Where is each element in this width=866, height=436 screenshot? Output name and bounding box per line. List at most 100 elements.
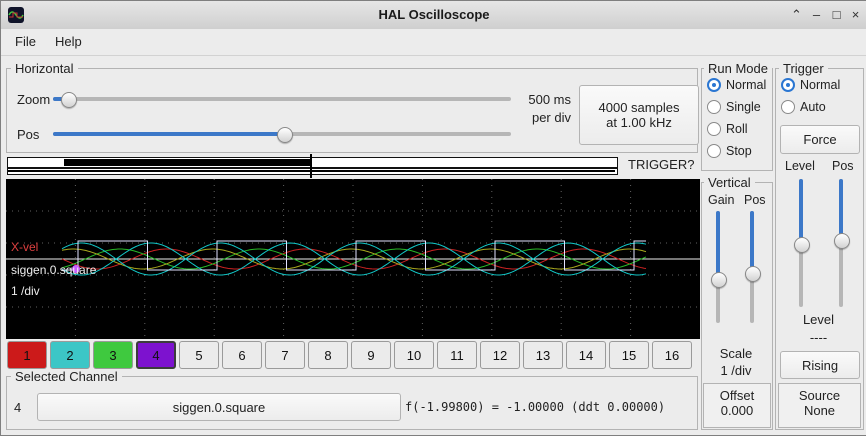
vertical-pos-slider-handle[interactable]: [745, 266, 761, 282]
vertical-scale-value: 1 /div: [701, 363, 771, 378]
menu-bar: File Help: [1, 29, 866, 56]
vertical-gain-slider-handle[interactable]: [711, 272, 727, 288]
trigger-source-box[interactable]: Source None: [778, 383, 861, 428]
runmode-radio-single[interactable]: Single: [707, 99, 761, 115]
trigger-pos-slider-fill: [839, 179, 843, 240]
trigger-edge-label: Rising: [802, 358, 838, 373]
force-trigger-button[interactable]: Force: [780, 125, 860, 154]
radio-selected-icon: [707, 78, 721, 92]
vertical-offset-label: Offset: [704, 388, 770, 403]
timebase-unit: per div: [517, 110, 571, 125]
trigger-level-slider-fill: [799, 179, 803, 244]
vertical-frame-label: Vertical: [704, 175, 755, 190]
radio-label: Auto: [800, 100, 826, 114]
channel-button-13[interactable]: 13: [523, 341, 563, 369]
trigger-frame-label: Trigger: [779, 61, 828, 76]
channel-button-6[interactable]: 6: [222, 341, 262, 369]
radio-label: Stop: [726, 144, 752, 158]
zoom-slider-handle[interactable]: [61, 92, 77, 108]
runmode-radio-stop[interactable]: Stop: [707, 143, 752, 159]
channel-button-16[interactable]: 16: [652, 341, 692, 369]
trigger-pos-slider-handle[interactable]: [834, 233, 850, 249]
channel-button-2[interactable]: 2: [50, 341, 90, 369]
trigger-level-col-label: Level: [785, 159, 815, 173]
zoom-slider-track[interactable]: [53, 97, 511, 101]
vertical-offset-value: 0.000: [704, 403, 770, 418]
channel-button-14[interactable]: 14: [566, 341, 606, 369]
trigger-position-marker[interactable]: [310, 154, 312, 178]
trigger-level-label: Level: [775, 312, 862, 327]
selected-channel-source-label: siggen.0.square: [173, 400, 266, 415]
radio-selected-icon: [781, 78, 795, 92]
vertical-gain-slider-fill: [716, 211, 720, 279]
scope-canvas: [6, 179, 700, 339]
scope-trace-square: [62, 241, 646, 270]
channel-button-15[interactable]: 15: [609, 341, 649, 369]
trigger-level-value: ----: [775, 330, 862, 345]
pos-slider-fill: [53, 132, 284, 136]
channel-button-9[interactable]: 9: [351, 341, 391, 369]
trigger-pos-col-label: Pos: [832, 159, 854, 173]
pos-slider-handle[interactable]: [277, 127, 293, 143]
trigger-source-value: None: [779, 403, 860, 418]
vertical-gain-label: Gain: [708, 193, 734, 207]
zoom-label: Zoom: [17, 92, 50, 107]
radio-icon: [707, 144, 721, 158]
maximize-button[interactable]: □: [827, 5, 846, 24]
scope-selected-name: siggen.0.square: [11, 263, 96, 277]
channel-readout: f(-1.99800) = -1.00000 (ddt 0.00000): [405, 400, 665, 414]
app-window: HAL Oscilloscope ⌃ – □ × File Help Horiz…: [0, 0, 866, 436]
visible-window-bar[interactable]: [64, 159, 310, 166]
runmode-radio-roll[interactable]: Roll: [707, 121, 748, 137]
radio-icon: [781, 100, 795, 114]
radio-label: Normal: [800, 78, 840, 92]
samples-line1: 4000 samples: [599, 100, 680, 115]
minimize-button[interactable]: –: [807, 5, 826, 24]
timebase-value: 500 ms: [517, 92, 571, 107]
channel-button-4[interactable]: 4: [136, 341, 176, 369]
trigger-status-text: TRIGGER?: [628, 157, 694, 172]
selected-channel-number: 4: [14, 400, 21, 415]
run-mode-frame-label: Run Mode: [704, 61, 772, 76]
channel-button-8[interactable]: 8: [308, 341, 348, 369]
pos-label: Pos: [17, 127, 39, 142]
menu-file[interactable]: File: [11, 34, 40, 49]
trigger-source-label: Source: [779, 388, 860, 403]
channel-button-10[interactable]: 10: [394, 341, 434, 369]
samples-line2: at 1.00 kHz: [606, 115, 672, 130]
selected-channel-source-button[interactable]: siggen.0.square: [37, 393, 401, 421]
scope-channel-name: X-vel: [11, 240, 38, 254]
channel-button-5[interactable]: 5: [179, 341, 219, 369]
radio-icon: [707, 100, 721, 114]
radio-icon: [707, 122, 721, 136]
trigger-edge-button[interactable]: Rising: [780, 351, 860, 379]
trigger-radio-auto[interactable]: Auto: [781, 99, 826, 115]
vertical-scale-label: Scale: [701, 346, 771, 361]
vertical-pos-slider-fill: [750, 211, 754, 273]
scope-scale-text: 1 /div: [11, 284, 40, 298]
menu-help[interactable]: Help: [51, 34, 86, 49]
radio-label: Normal: [726, 78, 766, 92]
channel-button-1[interactable]: 1: [7, 341, 47, 369]
scope-display[interactable]: X-vel siggen.0.square 1 /div: [6, 179, 700, 339]
samples-button[interactable]: 4000 samples at 1.00 kHz: [579, 85, 699, 145]
title-bar[interactable]: HAL Oscilloscope ⌃ – □ ×: [1, 1, 866, 30]
trigger-radio-normal[interactable]: Normal: [781, 77, 840, 93]
close-button[interactable]: ×: [846, 5, 865, 24]
trigger-position-widget[interactable]: TRIGGER?: [6, 154, 698, 178]
channel-button-12[interactable]: 12: [480, 341, 520, 369]
channel-button-3[interactable]: 3: [93, 341, 133, 369]
vertical-offset-box[interactable]: Offset 0.000: [703, 383, 771, 428]
shade-button[interactable]: ⌃: [787, 5, 806, 24]
channel-button-11[interactable]: 11: [437, 341, 477, 369]
radio-label: Single: [726, 100, 761, 114]
trigger-level-slider-handle[interactable]: [794, 237, 810, 253]
selected-channel-frame-label: Selected Channel: [11, 369, 122, 384]
vertical-pos-label: Pos: [744, 193, 766, 207]
channel-button-7[interactable]: 7: [265, 341, 305, 369]
force-button-label: Force: [803, 132, 836, 147]
window-title: HAL Oscilloscope: [1, 7, 866, 22]
runmode-radio-normal[interactable]: Normal: [707, 77, 766, 93]
horizontal-frame-label: Horizontal: [11, 61, 78, 76]
radio-label: Roll: [726, 122, 748, 136]
